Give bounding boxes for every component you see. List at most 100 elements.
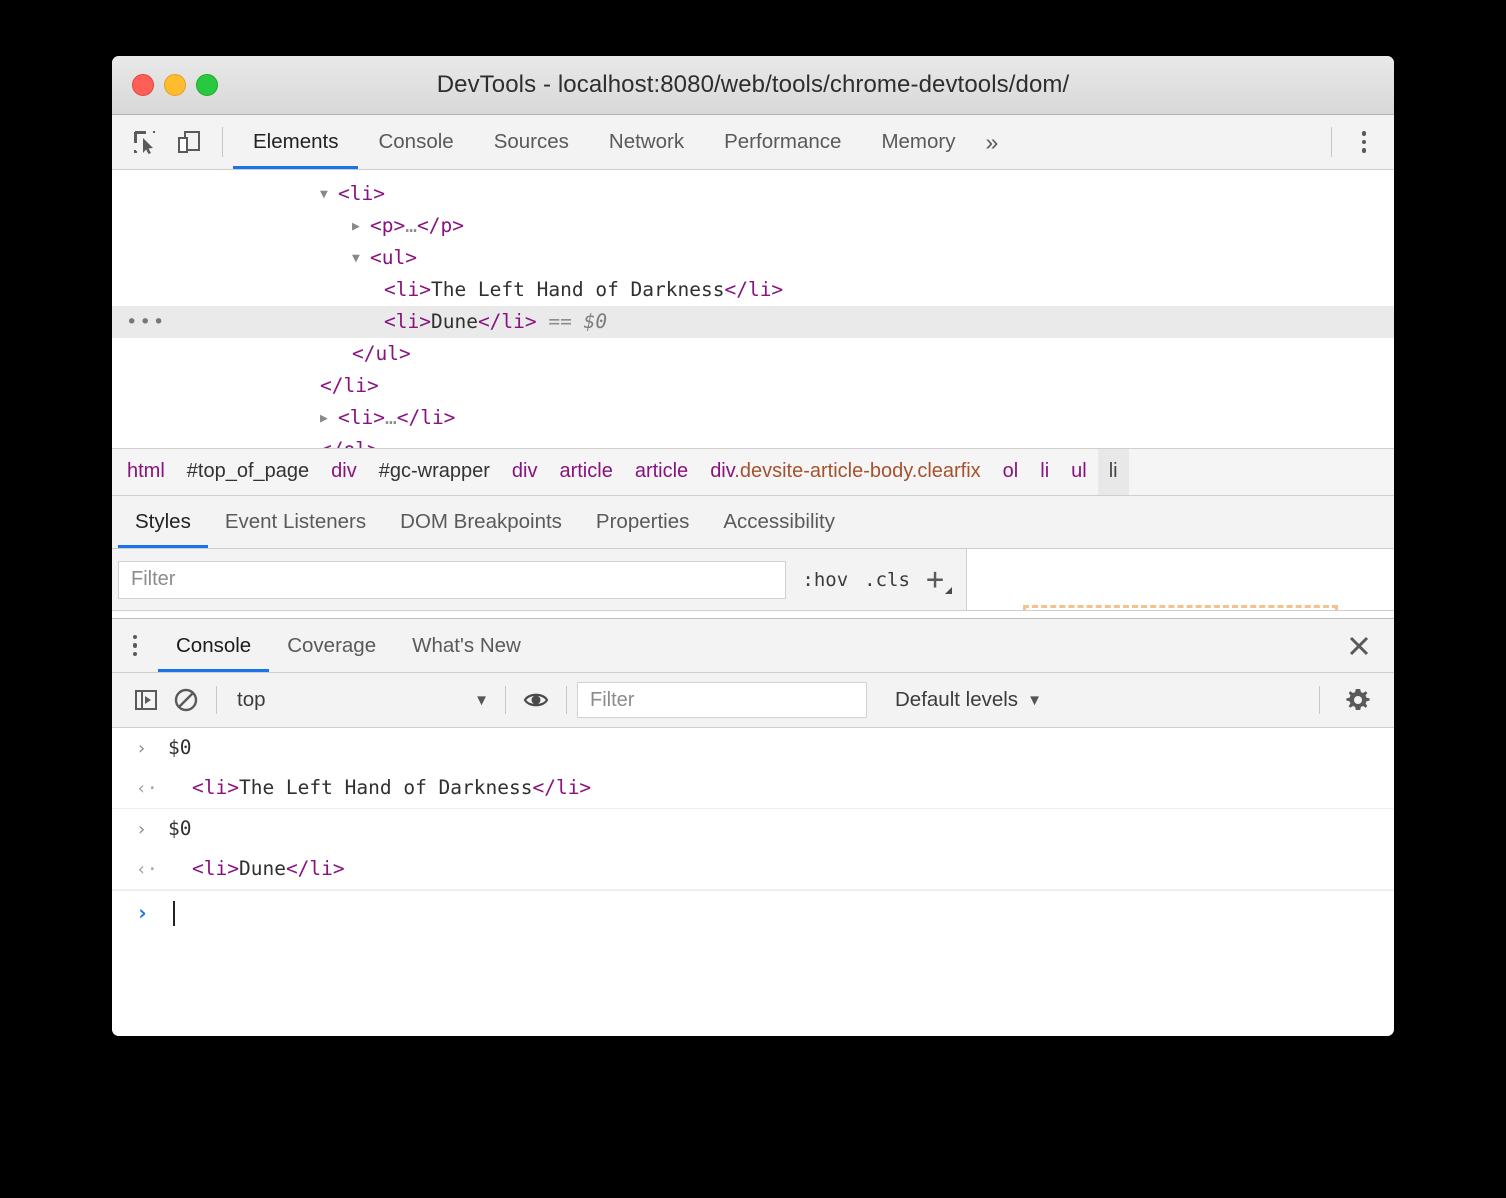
toggle-hover-state-button[interactable]: :hov <box>802 569 848 591</box>
breadcrumb-item-article-2[interactable]: article <box>624 449 699 495</box>
console-toolbar-divider-4 <box>1319 686 1320 714</box>
breadcrumb-item-li-1[interactable]: li <box>1029 449 1060 495</box>
tab-properties[interactable]: Properties <box>579 496 706 548</box>
expand-twisty-icon[interactable]: ▼ <box>352 243 368 275</box>
console-message-list[interactable]: › $0 ‹· <li>The Left Hand of Darkness</li>… <box>112 728 1394 935</box>
dom-tag-close: </li> <box>320 374 379 397</box>
dom-row-selected[interactable]: ••• <li>Dune</li> == $0 <box>112 306 1394 338</box>
result-arrow-icon: ‹· <box>136 778 158 799</box>
chevron-down-icon: ▼ <box>1027 691 1042 709</box>
log-levels-label: Default levels <box>895 688 1019 711</box>
drawer-menu-icon[interactable] <box>112 619 158 672</box>
console-filter-input[interactable]: Filter <box>577 682 867 718</box>
dom-row[interactable]: ▶ <p>…</p> <box>112 210 1394 242</box>
dom-tag-close: </p> <box>416 214 464 237</box>
live-expression-eye-icon[interactable] <box>516 680 556 720</box>
breadcrumb-item-top-of-page[interactable]: #top_of_page <box>176 449 320 495</box>
collapse-twisty-icon[interactable]: ▶ <box>320 403 336 435</box>
more-tabs-label: » <box>985 128 999 155</box>
tab-sources-label: Sources <box>493 130 569 153</box>
tab-dom-breakpoints[interactable]: DOM Breakpoints <box>383 496 579 548</box>
tab-styles[interactable]: Styles <box>118 496 208 548</box>
dom-tree[interactable]: ▼ <li> ▶ <p>…</p> ▼ <ul> <li>The Left Hand … <box>112 170 1394 448</box>
dom-row[interactable]: ▶ <li>…</li> <box>112 402 1394 434</box>
drawer-tab-whats-new[interactable]: What's New <box>394 619 539 672</box>
expand-twisty-icon[interactable]: ▼ <box>320 179 336 211</box>
dom-row[interactable]: </ol> <box>112 434 1394 448</box>
box-model-margin-edge <box>1023 605 1338 610</box>
toolbar-right-divider <box>1331 127 1332 157</box>
breadcrumb-item-div-2[interactable]: div <box>501 449 549 495</box>
breadcrumb-item-ul[interactable]: ul <box>1060 449 1098 495</box>
settings-gear-icon[interactable] <box>1338 680 1378 720</box>
devtools-window: DevTools - localhost:8080/web/tools/chro… <box>112 56 1394 1036</box>
tab-console[interactable]: Console <box>358 115 473 169</box>
console-sidebar-icon[interactable] <box>126 680 166 720</box>
screen: DevTools - localhost:8080/web/tools/chro… <box>0 0 1506 1198</box>
row-overflow-icon[interactable]: ••• <box>126 306 166 338</box>
breadcrumb-item-article-1[interactable]: article <box>548 449 623 495</box>
chevron-down-icon: ▼ <box>474 691 489 709</box>
collapse-twisty-icon[interactable]: ▶ <box>352 211 368 243</box>
console-input-row[interactable]: › $0 <box>112 809 1394 849</box>
console-input-row[interactable]: › $0 <box>112 728 1394 768</box>
dom-row[interactable]: <li>The Left Hand of Darkness</li> <box>112 274 1394 306</box>
console-result-text: The Left Hand of Darkness <box>238 776 533 799</box>
dom-row[interactable]: </ul> <box>112 338 1394 370</box>
console-result-row[interactable]: ‹· <li>Dune</li> <box>112 849 1394 890</box>
breadcrumb-item-gc-wrapper[interactable]: #gc-wrapper <box>368 449 501 495</box>
console-result-row[interactable]: ‹· <li>The Left Hand of Darkness</li> <box>112 768 1394 809</box>
dom-row[interactable]: ▼ <ul> <box>112 242 1394 274</box>
console-prompt-arrow-icon: › <box>136 901 149 925</box>
dom-tag-close: </li> <box>477 310 537 333</box>
drawer-tab-console-label: Console <box>176 633 252 657</box>
breadcrumb-item-div-1[interactable]: div <box>320 449 368 495</box>
log-levels-select[interactable]: Default levels ▼ <box>895 688 1042 712</box>
execution-context-label: top <box>237 688 266 711</box>
clear-console-icon[interactable] <box>166 680 206 720</box>
dom-dollar-zero: $0 <box>583 310 608 333</box>
tab-accessibility[interactable]: Accessibility <box>706 496 852 548</box>
dom-tag-close: </li> <box>724 278 784 301</box>
styles-filter-bar: Filter :hov .cls + <box>112 549 967 611</box>
toolbar-right-group <box>1317 115 1394 169</box>
console-input-text: $0 <box>168 817 192 840</box>
breadcrumb-item-div-article-body[interactable]: div.devsite-article-body.clearfix <box>699 449 991 495</box>
console-input-text: $0 <box>168 736 192 759</box>
tab-performance[interactable]: Performance <box>704 115 861 169</box>
styles-filter-input[interactable]: Filter <box>118 560 787 599</box>
minimize-window-button[interactable] <box>164 74 186 96</box>
device-toolbar-icon[interactable] <box>172 125 206 159</box>
tab-memory[interactable]: Memory <box>861 115 975 169</box>
dom-row[interactable]: ▼ <li> <box>112 178 1394 210</box>
toggle-class-editor-button[interactable]: .cls <box>864 569 910 591</box>
close-icon <box>1349 636 1369 655</box>
console-toolbar-right <box>1309 680 1394 720</box>
more-tabs-icon[interactable]: » <box>976 115 1013 169</box>
new-style-rule-button[interactable]: + <box>926 564 953 595</box>
execution-context-select[interactable]: top ▼ <box>227 688 495 712</box>
inspect-element-icon[interactable] <box>128 125 162 159</box>
breadcrumb-tag: div <box>710 460 735 482</box>
styles-toggle-group: :hov .cls + <box>786 564 966 595</box>
dom-row[interactable]: </li> <box>112 370 1394 402</box>
tab-network-label: Network <box>608 130 685 153</box>
breadcrumb-item-li-selected[interactable]: li <box>1097 449 1129 495</box>
maximize-window-button[interactable] <box>196 74 218 96</box>
window-title: DevTools - localhost:8080/web/tools/chro… <box>436 71 1070 98</box>
tab-elements-label: Elements <box>253 130 339 153</box>
tab-network[interactable]: Network <box>589 115 704 169</box>
drawer-tab-coverage[interactable]: Coverage <box>269 619 394 672</box>
drawer-tab-console[interactable]: Console <box>158 619 270 672</box>
console-toolbar-divider-2 <box>505 686 506 714</box>
close-window-button[interactable] <box>132 74 154 96</box>
breadcrumb-item-ol[interactable]: ol <box>992 449 1030 495</box>
tab-event-listeners[interactable]: Event Listeners <box>208 496 383 548</box>
kebab-menu-icon[interactable] <box>1346 124 1382 160</box>
tab-sources[interactable]: Sources <box>474 115 589 169</box>
console-prompt[interactable]: › <box>112 890 1394 935</box>
close-drawer-button[interactable] <box>1346 619 1394 672</box>
sidebar-pane-tabs: Styles Event Listeners DOM Breakpoints P… <box>112 496 1394 549</box>
tab-elements[interactable]: Elements <box>233 115 359 169</box>
breadcrumb-item-html[interactable]: html <box>116 449 176 495</box>
